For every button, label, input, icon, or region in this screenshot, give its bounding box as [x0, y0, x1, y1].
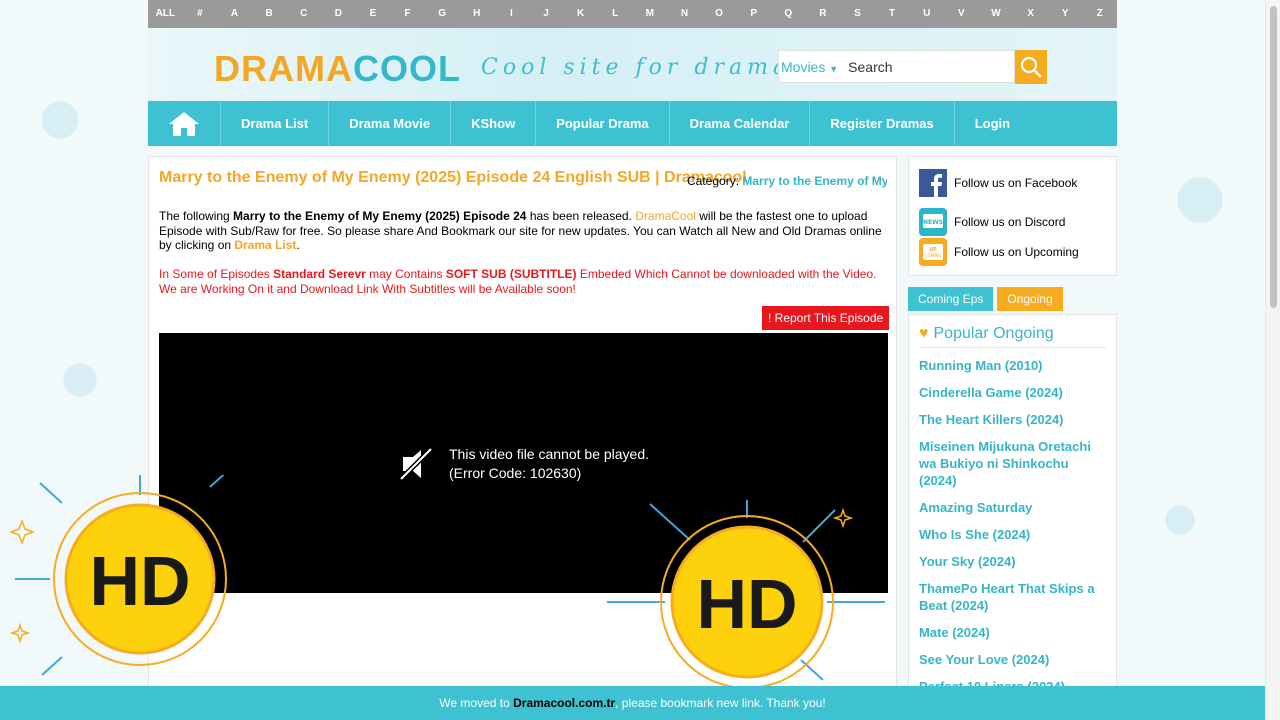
- social-follow-box: Follow us on Facebook NEWS Follow us on …: [908, 156, 1117, 276]
- search-box: Movies ▼: [778, 50, 1015, 83]
- tab-coming-eps[interactable]: Coming Eps: [908, 287, 994, 311]
- list-item[interactable]: Mate (2024): [919, 624, 1106, 641]
- episode-description: The following Marry to the Enemy of My E…: [159, 209, 882, 252]
- episode-title: Marry to the Enemy of My Enemy (2025) Ep…: [159, 169, 747, 186]
- nav-register-dramas[interactable]: Register Dramas: [810, 101, 955, 146]
- list-item[interactable]: Amazing Saturday: [919, 499, 1106, 516]
- svg-text:HD: HD: [696, 565, 797, 643]
- video-error-message: This video file cannot be played. (Error…: [449, 446, 650, 481]
- nav-login[interactable]: Login: [955, 101, 1030, 146]
- follow-facebook[interactable]: Follow us on Facebook: [919, 169, 1077, 197]
- video-error-icon: [399, 447, 433, 481]
- alphabet-link[interactable]: A: [217, 0, 252, 28]
- page-scrollbar[interactable]: [1265, 0, 1280, 720]
- list-item[interactable]: Who Is She (2024): [919, 526, 1106, 543]
- svg-text:COMING: COMING: [925, 253, 942, 258]
- news-icon: NEWS: [919, 208, 947, 236]
- alphabet-link[interactable]: Q: [771, 0, 806, 28]
- alphabet-link[interactable]: C: [286, 0, 321, 28]
- chevron-down-icon: ▼: [829, 63, 839, 74]
- alphabet-link[interactable]: N: [667, 0, 702, 28]
- site-logo[interactable]: DRAMACOOL: [214, 48, 461, 90]
- list-item[interactable]: Miseinen Mijukuna Oretachi wa Bukiyo ni …: [919, 438, 1106, 489]
- logo-text-drama: DRAMA: [214, 48, 353, 89]
- list-item[interactable]: ThamePo Heart That Skips a Beat (2024): [919, 580, 1106, 614]
- list-item[interactable]: Running Man (2010): [919, 357, 1106, 374]
- alphabet-link[interactable]: E: [356, 0, 391, 28]
- alphabet-link[interactable]: H: [459, 0, 494, 28]
- report-episode-button[interactable]: ! Report This Episode: [762, 306, 890, 330]
- alphabet-link[interactable]: V: [944, 0, 979, 28]
- facebook-icon: [919, 169, 947, 197]
- alphabet-link[interactable]: J: [529, 0, 564, 28]
- list-item[interactable]: Your Sky (2024): [919, 553, 1106, 570]
- episode-tabs: Coming Eps Ongoing: [908, 287, 1067, 311]
- alphabet-link[interactable]: D: [321, 0, 356, 28]
- nav-kshow[interactable]: KShow: [451, 101, 537, 146]
- search-type-select[interactable]: Movies ▼: [779, 59, 842, 75]
- hd-label: HD: [89, 542, 190, 620]
- alphabet-link[interactable]: ALL: [148, 0, 183, 28]
- nav-drama-calendar[interactable]: Drama Calendar: [670, 101, 811, 146]
- category-label: Category:: [687, 174, 740, 188]
- site-slogan: Cool site for dramas: [481, 55, 808, 80]
- logo-text-cool: COOL: [352, 48, 461, 89]
- follow-discord[interactable]: NEWS Follow us on Discord: [919, 208, 1065, 236]
- upcoming-icon: UP COMING: [919, 238, 947, 266]
- nav-drama-movie[interactable]: Drama Movie: [329, 101, 452, 146]
- alphabet-link[interactable]: X: [1013, 0, 1048, 28]
- subtitle-notice: In Some of Episodes Standard Serevr may …: [159, 267, 877, 296]
- popular-ongoing-box: ♥ Popular Ongoing Running Man (2010) Cin…: [908, 314, 1117, 720]
- alphabet-link[interactable]: G: [425, 0, 460, 28]
- alphabet-link[interactable]: K: [563, 0, 598, 28]
- alphabet-link[interactable]: S: [840, 0, 875, 28]
- svg-text:NEWS: NEWS: [923, 219, 943, 226]
- alphabet-bar: ALL # A B C D E F G H I J K L M N O P Q R S T U V W X Y Z: [148, 0, 1117, 28]
- home-icon: [169, 111, 199, 136]
- moved-notice-banner: We moved to Dramacool.com.tr, please boo…: [0, 686, 1265, 720]
- hd-badge-right[interactable]: HD: [605, 500, 885, 686]
- alphabet-link[interactable]: O: [702, 0, 737, 28]
- alphabet-link[interactable]: Y: [1048, 0, 1083, 28]
- popular-ongoing-title: ♥ Popular Ongoing: [919, 325, 1106, 348]
- follow-upcoming[interactable]: UP COMING Follow us on Upcoming: [919, 238, 1079, 266]
- nav-drama-list[interactable]: Drama List: [221, 101, 330, 146]
- search-input[interactable]: [842, 58, 1013, 75]
- search-button[interactable]: [1015, 50, 1047, 84]
- list-item[interactable]: See Your Love (2024): [919, 651, 1106, 668]
- list-item[interactable]: Cinderella Game (2024): [919, 384, 1106, 401]
- new-site-link[interactable]: Dramacool.com.tr: [513, 696, 615, 710]
- search-icon: [1020, 56, 1042, 78]
- alphabet-link[interactable]: F: [390, 0, 425, 28]
- alphabet-link[interactable]: T: [875, 0, 910, 28]
- alphabet-link[interactable]: Z: [1082, 0, 1117, 28]
- drama-list-link[interactable]: Drama List: [234, 238, 296, 252]
- alphabet-link[interactable]: I: [494, 0, 529, 28]
- alphabet-link[interactable]: M: [633, 0, 668, 28]
- alphabet-link[interactable]: U: [909, 0, 944, 28]
- alphabet-link[interactable]: L: [598, 0, 633, 28]
- category-link[interactable]: Marry to the Enemy of My Enemy (2025): [742, 174, 887, 188]
- tab-ongoing[interactable]: Ongoing: [997, 287, 1063, 311]
- alphabet-link[interactable]: P: [736, 0, 771, 28]
- category-info: Category: Marry to the Enemy of My Enemy…: [687, 174, 887, 188]
- alphabet-link[interactable]: B: [252, 0, 287, 28]
- alphabet-link[interactable]: #: [183, 0, 218, 28]
- alphabet-link[interactable]: R: [806, 0, 841, 28]
- hd-badge-left[interactable]: HD: [10, 475, 240, 685]
- dramacool-link[interactable]: DramaCool: [635, 209, 696, 223]
- list-item[interactable]: The Heart Killers (2024): [919, 411, 1106, 428]
- home-button[interactable]: [148, 101, 221, 146]
- popular-list: Running Man (2010) Cinderella Game (2024…: [919, 357, 1106, 695]
- scrollbar-thumb[interactable]: [1270, 6, 1277, 308]
- nav-popular-drama[interactable]: Popular Drama: [536, 101, 670, 146]
- alphabet-link[interactable]: W: [979, 0, 1014, 28]
- main-nav: Drama List Drama Movie KShow Popular Dra…: [148, 101, 1117, 146]
- heart-icon: ♥: [919, 325, 929, 342]
